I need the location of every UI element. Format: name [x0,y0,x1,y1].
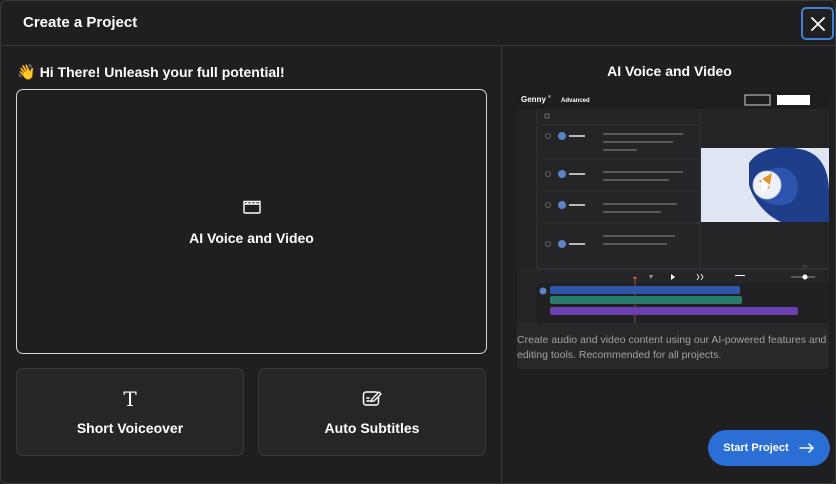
modal-title: Create a Project [23,14,138,31]
arrow-right-icon [798,443,814,453]
preview-description: Create audio and video content using our… [517,334,827,361]
modal-header: Create a Project [1,1,835,46]
text-t-icon: T [123,387,137,411]
preview-logo: Genny [521,95,546,104]
preview-panel: AI Voice and Video Genny ® Advanced Crea… [501,47,835,483]
auto-subtitles-label: Auto Subtitles [324,420,420,436]
svg-text:®: ® [548,94,551,99]
create-project-modal: Create a Project 👋 Hi There! Unleash you… [0,0,836,484]
subtitles-edit-icon [362,391,382,406]
ai-voice-video-option[interactable]: AI Voice and Video [16,89,487,354]
ai-voice-video-label: AI Voice and Video [189,230,314,246]
short-voiceover-option[interactable]: T Short Voiceover [16,368,244,456]
close-icon [810,16,825,31]
start-project-button[interactable]: Start Project [708,430,830,466]
preview-image: Genny ® Advanced [517,89,829,369]
greeting: 👋 Hi There! Unleash your full potential! [17,63,285,81]
short-voiceover-label: Short Voiceover [76,420,184,436]
close-button[interactable] [801,7,834,40]
preview-title: AI Voice and Video [607,63,732,79]
project-type-panel: 👋 Hi There! Unleash your full potential!… [1,47,501,483]
editor-preview-illustration: Genny ® Advanced [517,89,829,323]
clapperboard-icon [243,200,261,214]
preview-mode-label: Advanced [561,98,590,104]
auto-subtitles-option[interactable]: Auto Subtitles [258,368,486,456]
waving-hand-icon: 👋 [17,64,36,81]
greeting-text: Hi There! Unleash your full potential! [39,64,285,80]
start-project-label: Start Project [723,442,789,454]
